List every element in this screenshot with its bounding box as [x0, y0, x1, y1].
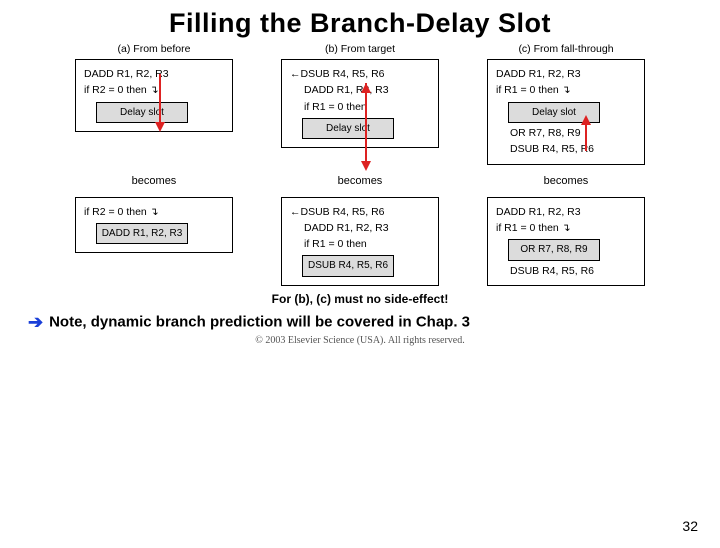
- box-c-bottom: DADD R1, R2, R3 if R1 = 0 then↴ OR R7, R…: [487, 197, 645, 286]
- col-b-label: (b) From target: [325, 43, 395, 55]
- code-line: ←DSUB R4, R5, R6: [290, 204, 430, 220]
- box-b-bottom: ←DSUB R4, R5, R6 DADD R1, R2, R3 if R1 =…: [281, 197, 439, 286]
- red-arrow-a-icon: [152, 74, 168, 132]
- delay-slot: DSUB R4, R5, R6: [302, 255, 394, 277]
- red-arrow-c-icon: [578, 115, 594, 151]
- delay-slot: DADD R1, R2, R3: [96, 223, 188, 245]
- becomes-a: becomes: [132, 175, 177, 187]
- code-line: if R1 = 0 then: [290, 236, 430, 252]
- delay-slot: OR R7, R8, R9: [508, 239, 600, 261]
- column-labels-row: (a) From before (b) From target (c) From…: [60, 43, 660, 59]
- box-c-top: DADD R1, R2, R3 if R1 = 0 then↴ Delay sl…: [487, 59, 645, 165]
- code-line: DADD R1, R2, R3: [290, 220, 430, 236]
- col-c-label: (c) From fall-through: [518, 43, 613, 55]
- box-a-bottom: if R2 = 0 then↴ DADD R1, R2, R3: [75, 197, 233, 254]
- note-line: ➔ Note, dynamic branch prediction will be…: [28, 312, 720, 333]
- code-line: DADD R1, R2, R3: [496, 204, 636, 220]
- arrow-right-icon: ➔: [28, 312, 43, 332]
- code-line: if R1 = 0 then↴: [496, 82, 636, 98]
- code-line: DADD R1, R2, R3: [496, 66, 636, 82]
- code-line: OR R7, R8, R9: [496, 125, 636, 141]
- code-line: if R1 = 0 then↴: [496, 220, 636, 236]
- slide-title: Filling the Branch-Delay Slot: [0, 8, 720, 39]
- bottom-boxes-row: if R2 = 0 then↴ DADD R1, R2, R3 ←DSUB R4…: [60, 197, 660, 286]
- page-number: 32: [682, 518, 698, 534]
- red-arrow-b-icon: [358, 83, 374, 171]
- code-line: ←DSUB R4, R5, R6: [290, 66, 430, 82]
- copyright: © 2003 Elsevier Science (USA). All right…: [0, 335, 720, 346]
- becomes-b: becomes: [338, 175, 383, 187]
- note-text: Note, dynamic branch prediction will be …: [49, 313, 470, 330]
- code-line: DSUB R4, R5, R6: [496, 141, 636, 157]
- code-line: if R2 = 0 then↴: [84, 204, 224, 220]
- col-a-label: (a) From before: [118, 43, 191, 55]
- figure: (a) From before (b) From target (c) From…: [60, 43, 660, 286]
- delay-slot: Delay slot: [96, 102, 188, 124]
- code-line: DSUB R4, R5, R6: [496, 263, 636, 279]
- delay-slot: Delay slot: [302, 118, 394, 140]
- caption: For (b), (c) must no side-effect!: [0, 292, 720, 306]
- becomes-c: becomes: [544, 175, 589, 187]
